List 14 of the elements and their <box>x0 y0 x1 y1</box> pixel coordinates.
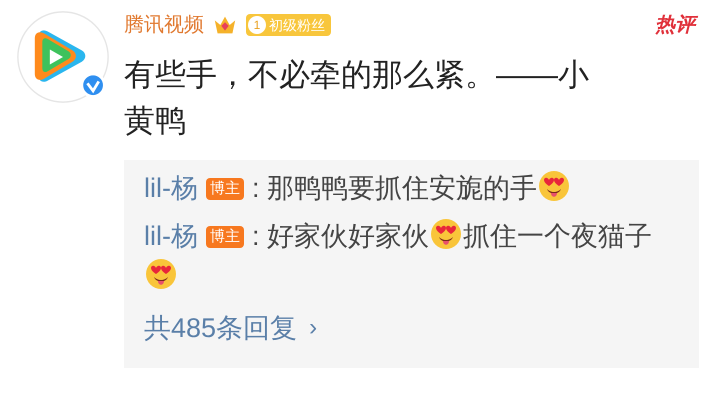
reply-author[interactable]: lil-杨 <box>144 221 198 251</box>
comment-text: 有些手，不必牵的那么紧。——小黄鸭 <box>124 56 590 140</box>
heart-eyes-emoji-icon <box>145 258 177 290</box>
reply-text: lil-杨 博主 : 那鸭鸭要抓住安旎的手 <box>144 168 679 208</box>
heart-eyes-emoji-icon <box>430 218 462 250</box>
fan-level-badge: 1 初级粉丝 <box>246 14 331 36</box>
more-replies-link[interactable]: 共485条回复 › <box>144 308 318 348</box>
reply-text: lil-杨 博主 : 好家伙好家伙 抓住一个夜猫子 <box>144 216 679 296</box>
heart-eyes-emoji-icon <box>538 170 570 202</box>
avatar-logo-icon[interactable] <box>16 10 110 104</box>
author-name[interactable]: 腾讯视频 <box>124 10 204 40</box>
blogger-badge: 博主 <box>206 178 244 200</box>
reply-author[interactable]: lil-杨 <box>144 173 198 203</box>
blogger-badge: 博主 <box>206 226 244 248</box>
